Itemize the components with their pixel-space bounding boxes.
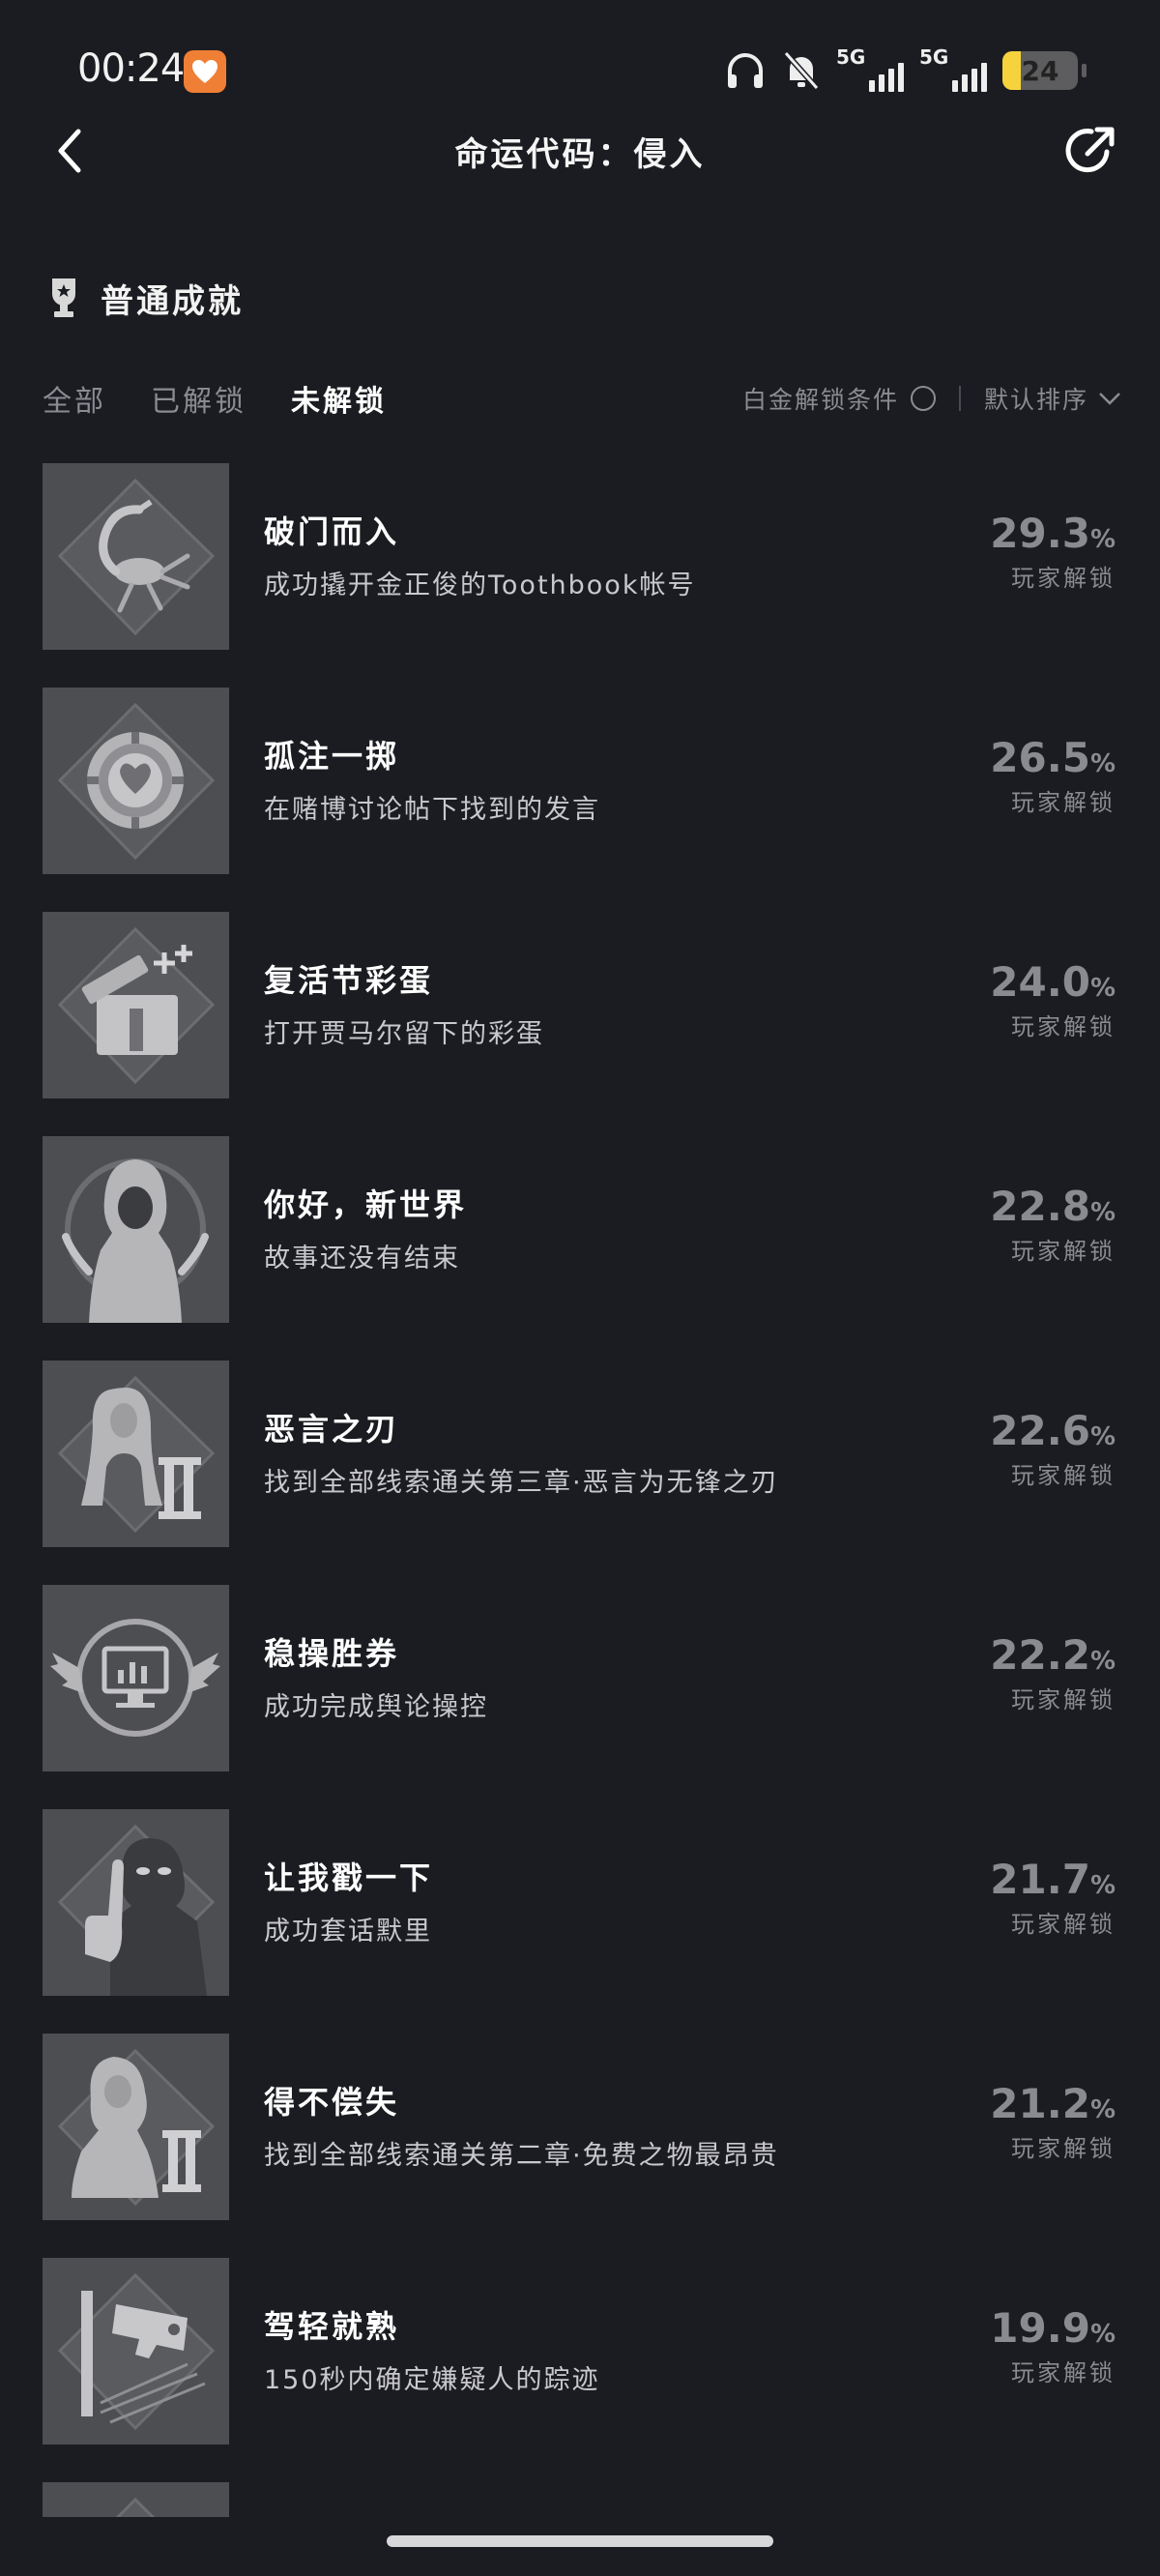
achievement-list: 破门而入 成功撬开金正俊的Toothbook帐号 29.3% 玩家解锁 孤注一掷… [43, 463, 1121, 2482]
achievement-desc: 150秒内确定嫌疑人的踪迹 [264, 2365, 600, 2395]
unlock-rate-label: 玩家解锁 [1011, 1013, 1116, 1040]
unlock-rate-value: 22.2 [990, 1631, 1090, 1679]
unlock-rate-value: 24.0 [990, 958, 1090, 1006]
unlock-rate-label: 玩家解锁 [1011, 2359, 1116, 2386]
sort-dropdown[interactable]: 默认排序 [984, 381, 1121, 416]
chapter-three-woman-icon [43, 1361, 229, 1547]
unlock-rate-value: 19.9 [990, 2304, 1090, 2352]
achievement-desc: 成功套话默里 [264, 1917, 432, 1947]
unlock-rate-label: 玩家解锁 [1011, 789, 1116, 816]
surveillance-camera-icon [43, 2258, 229, 2444]
chapter-two-woman-icon [43, 2034, 229, 2220]
achievement-row[interactable]: 你好，新世界 故事还没有结束 22.8% 玩家解锁 [43, 1136, 1121, 1361]
achievement-name: 复活节彩蛋 [264, 962, 434, 999]
achievement-desc: 在赌博讨论帖下找到的发言 [264, 795, 600, 825]
scorpion-icon [43, 463, 229, 650]
tab-all[interactable]: 全部 [43, 377, 106, 420]
unlock-rate: 24.0% 玩家解锁 [990, 958, 1116, 1040]
achievements-page: 00:24 5G 5G 24 命运代码：侵入 普通成就 全部 已解锁 未解锁 白… [0, 0, 1160, 2576]
achievement-name: 孤注一掷 [264, 738, 400, 775]
casino-chip-icon [43, 688, 229, 874]
mute-bell-icon [783, 51, 820, 90]
filter-tabs: 全部 已解锁 未解锁 [43, 371, 387, 425]
share-button[interactable] [1061, 122, 1119, 180]
masked-man-pointing-icon [43, 1809, 229, 1996]
unlock-rate-label: 玩家解锁 [1011, 1462, 1116, 1489]
home-indicator[interactable] [387, 2535, 773, 2547]
unlock-rate: 22.2% 玩家解锁 [990, 1631, 1116, 1713]
unlock-rate-value: 26.5 [990, 734, 1090, 781]
unlock-rate-value: 22.8 [990, 1183, 1090, 1230]
unlock-rate: 21.7% 玩家解锁 [990, 1856, 1116, 1938]
cellular-signal-2: 5G [919, 45, 987, 92]
cellular-signal-1: 5G [836, 45, 904, 92]
battery-level: 24 [1021, 54, 1059, 87]
unlock-rate-label: 玩家解锁 [1011, 1686, 1116, 1713]
unlock-rate-value: 21.2 [990, 2080, 1090, 2127]
section-title: 普通成就 [101, 281, 244, 321]
radio-icon [910, 386, 936, 411]
gift-box-icon [43, 912, 229, 1098]
section-header: 普通成就 [46, 271, 244, 325]
achievement-desc: 成功完成舆论操控 [264, 1692, 488, 1722]
unlock-rate-label: 玩家解锁 [1011, 565, 1116, 592]
winged-monitor-icon [43, 1585, 229, 1771]
unlock-rate: 26.5% 玩家解锁 [990, 734, 1116, 816]
achievement-icon-partial [43, 2482, 229, 2517]
achievement-name: 让我戳一下 [264, 1859, 434, 1896]
unlock-rate-label: 玩家解锁 [1011, 1911, 1116, 1938]
achievement-name: 得不偿失 [264, 2084, 400, 2121]
share-icon [1065, 127, 1115, 173]
achievement-row[interactable]: 破门而入 成功撬开金正俊的Toothbook帐号 29.3% 玩家解锁 [43, 463, 1121, 688]
tab-unlocked[interactable]: 已解锁 [151, 377, 246, 420]
achievement-row[interactable]: 驾轻就熟 150秒内确定嫌疑人的踪迹 19.9% 玩家解锁 [43, 2258, 1121, 2482]
achievement-desc: 成功撬开金正俊的Toothbook帐号 [264, 571, 696, 600]
page-title: 命运代码：侵入 [454, 135, 706, 174]
platinum-condition-label: 白金解锁条件 [741, 386, 899, 414]
achievement-row[interactable]: 稳操胜券 成功完成舆论操控 22.2% 玩家解锁 [43, 1585, 1121, 1809]
unlock-rate: 29.3% 玩家解锁 [990, 510, 1116, 592]
achievement-row[interactable]: 复活节彩蛋 打开贾马尔留下的彩蛋 24.0% 玩家解锁 [43, 912, 1121, 1136]
unlock-rate-value: 22.6 [990, 1407, 1090, 1454]
trophy-icon [52, 278, 75, 317]
unlock-rate-label: 玩家解锁 [1011, 2135, 1116, 2162]
status-icons: 5G 5G 24 [724, 45, 1087, 95]
achievement-name: 你好，新世界 [264, 1186, 468, 1223]
unlock-rate: 22.8% 玩家解锁 [990, 1183, 1116, 1265]
unlock-rate: 21.2% 玩家解锁 [990, 2080, 1116, 2162]
divider [958, 386, 961, 411]
achievement-desc: 故事还没有结束 [264, 1244, 460, 1273]
achievement-row[interactable]: 让我戳一下 成功套话默里 21.7% 玩家解锁 [43, 1809, 1121, 2034]
achievement-row[interactable]: 孤注一掷 在赌博讨论帖下找到的发言 26.5% 玩家解锁 [43, 688, 1121, 912]
nav-header: 命运代码：侵入 [0, 106, 1160, 195]
chevron-down-icon [1099, 393, 1120, 405]
achievement-name: 驾轻就熟 [264, 2308, 400, 2345]
achievement-name: 稳操胜券 [264, 1635, 400, 1672]
headphones-icon [728, 53, 763, 88]
platinum-condition-toggle[interactable]: 白金解锁条件 [742, 381, 936, 416]
tab-locked[interactable]: 未解锁 [291, 377, 387, 420]
filter-bar: 全部 已解锁 未解锁 白金解锁条件 默认排序 [43, 371, 1121, 425]
hooded-figure-icon [43, 1136, 229, 1323]
achievement-desc: 打开贾马尔留下的彩蛋 [264, 1019, 544, 1049]
achievement-desc: 找到全部线索通关第二章·免费之物最昂贵 [264, 2141, 779, 2171]
filter-options: 白金解锁条件 默认排序 [742, 371, 1121, 425]
unlock-rate: 19.9% 玩家解锁 [990, 2304, 1116, 2386]
unlock-rate-value: 29.3 [990, 510, 1090, 557]
achievement-row[interactable]: 得不偿失 找到全部线索通关第二章·免费之物最昂贵 21.2% 玩家解锁 [43, 2034, 1121, 2258]
battery-icon: 24 [1002, 51, 1078, 90]
status-time: 00:24 [77, 46, 185, 91]
heart-app-icon [184, 50, 226, 93]
achievement-row[interactable]: 恶言之刃 找到全部线索通关第三章·恶言为无锋之刃 22.6% 玩家解锁 [43, 1361, 1121, 1585]
achievement-name: 恶言之刃 [264, 1411, 400, 1448]
sort-label: 默认排序 [983, 386, 1088, 414]
unlock-rate: 22.6% 玩家解锁 [990, 1407, 1116, 1489]
unlock-rate-label: 玩家解锁 [1011, 1238, 1116, 1265]
achievement-name: 破门而入 [264, 513, 400, 550]
unlock-rate-value: 21.7 [990, 1856, 1090, 1903]
achievement-desc: 找到全部线索通关第三章·恶言为无锋之刃 [264, 1468, 779, 1498]
